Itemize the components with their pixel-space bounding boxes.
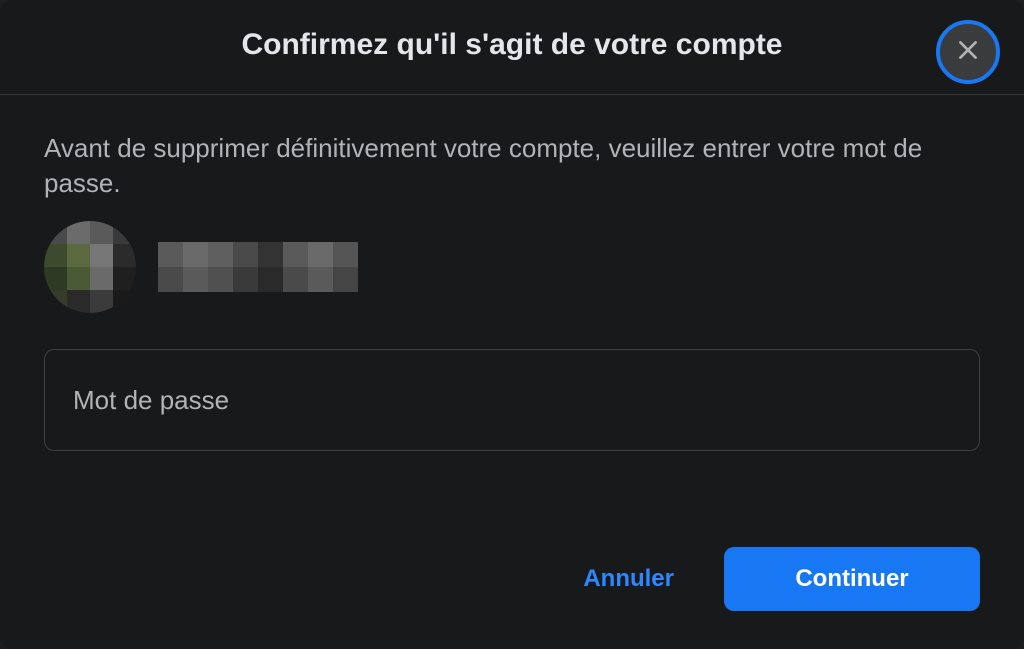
cancel-button[interactable]: Annuler xyxy=(563,551,694,607)
dialog-title: Confirmez qu'il s'agit de votre compte xyxy=(241,28,782,62)
close-button[interactable] xyxy=(936,20,1000,84)
account-name-redacted xyxy=(158,242,358,292)
dialog-footer: Annuler Continuer xyxy=(0,505,1024,649)
continue-button[interactable]: Continuer xyxy=(724,547,980,611)
close-icon xyxy=(955,37,981,68)
avatar xyxy=(44,221,136,313)
dialog-header: Confirmez qu'il s'agit de votre compte xyxy=(0,0,1024,95)
dialog-body: Avant de supprimer définitivement votre … xyxy=(0,95,1024,505)
account-row xyxy=(44,221,980,313)
password-input[interactable] xyxy=(44,349,980,451)
instruction-text: Avant de supprimer définitivement votre … xyxy=(44,131,980,201)
confirm-account-dialog: Confirmez qu'il s'agit de votre compte A… xyxy=(0,0,1024,649)
